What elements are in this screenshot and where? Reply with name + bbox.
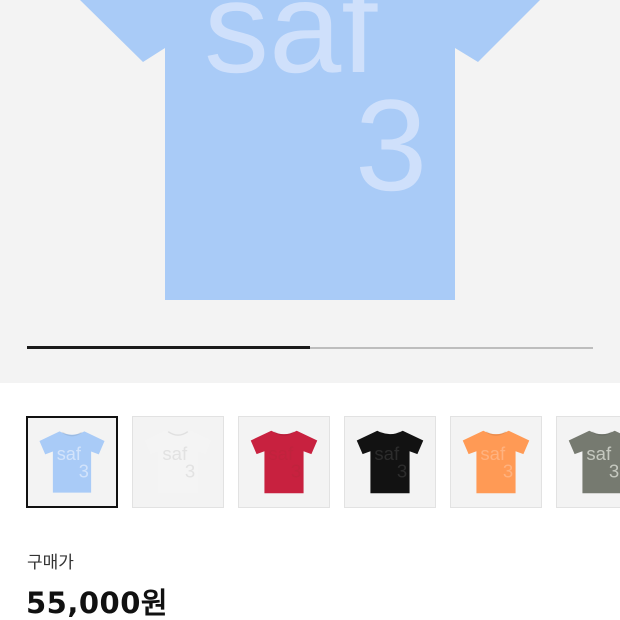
thumbnail-light-blue[interactable]: saf 3 — [26, 416, 118, 508]
product-image-gallery[interactable]: saf 3 — [0, 0, 620, 383]
thumbnail-black[interactable]: saf 3 — [344, 416, 436, 508]
thumbnail-tshirt-image: saf3 — [39, 431, 105, 493]
thumbnail-tshirt-image: saf3 — [250, 430, 318, 494]
thumbnail-white[interactable]: saf 3 — [132, 416, 224, 508]
thumbnail-tshirt-image: saf3 — [462, 430, 530, 494]
thumbnail-print-number: 3 — [397, 461, 407, 482]
price-value: 55,000원 — [26, 586, 169, 620]
thumbnail-tshirt-image: saf3 — [144, 430, 212, 494]
thumbnail-print-number: 3 — [79, 461, 89, 481]
thumbnail-print-number: 3 — [609, 461, 619, 482]
thumbnail-olive-gray[interactable]: saf 3 — [556, 416, 620, 508]
thumbnail-print-number: 3 — [503, 461, 513, 482]
thumbnail-tshirt-image: saf3 — [356, 430, 424, 494]
thumbnail-tshirt-image: saf3 — [568, 430, 620, 494]
thumbnail-print-number: 3 — [185, 461, 195, 482]
product-image-light-blue-tshirt: saf 3 — [80, 0, 540, 300]
color-thumbnail-list[interactable]: saf 3 saf 3 saf 3 saf 3 saf 3 saf 3 — [0, 416, 620, 510]
thumbnail-red[interactable]: saf 3 — [238, 416, 330, 508]
thumbnail-orange[interactable]: saf 3 — [450, 416, 542, 508]
shirt-print-number: 3 — [355, 72, 427, 218]
thumbnail-print-number: 3 — [291, 461, 301, 482]
shirt-print-word: saf — [204, 0, 378, 100]
gallery-progress-fill — [27, 346, 310, 349]
gallery-progress-bar — [27, 346, 593, 349]
price-label: 구매가 — [27, 553, 74, 573]
